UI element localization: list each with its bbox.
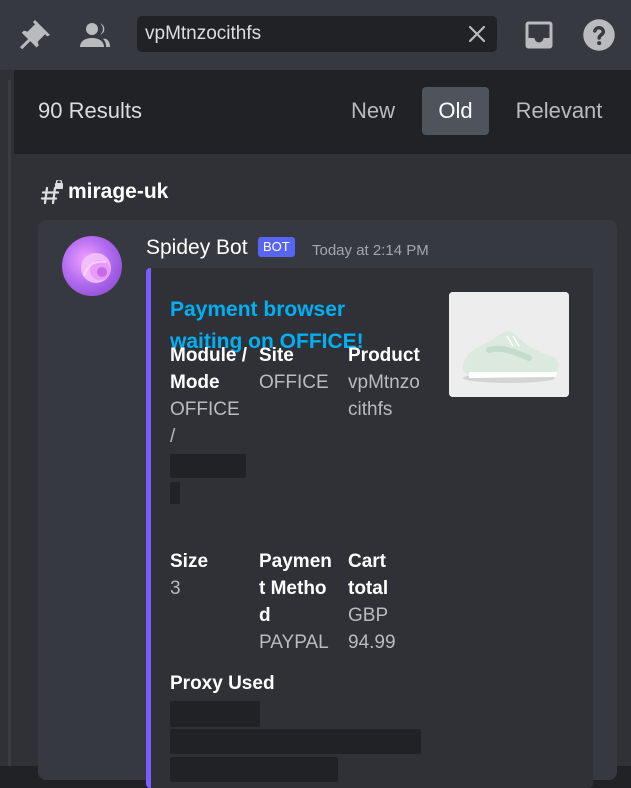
redacted-text <box>170 701 260 727</box>
sneaker-thumbnail[interactable] <box>449 292 569 397</box>
field-value: vpMtnzocithfs <box>348 372 420 420</box>
sort-new-button[interactable]: New <box>336 87 410 135</box>
redacted-text <box>170 454 246 478</box>
field-cart-total: Cart total GBP 94.99 <box>348 548 408 656</box>
redacted-text <box>170 757 338 782</box>
pin-icon[interactable] <box>17 17 53 53</box>
author-name[interactable]: Spidey Bot <box>146 236 248 260</box>
inbox-icon[interactable] <box>521 17 557 53</box>
field-proxy: Proxy Used <box>170 670 370 697</box>
field-name: Size <box>170 551 209 572</box>
top-toolbar <box>0 0 631 70</box>
message-timestamp[interactable]: Today at 2:14 PM <box>312 242 429 259</box>
field-name: Cart total <box>348 551 389 599</box>
sort-relevant-button[interactable]: Relevant <box>504 87 614 135</box>
field-value: OFFICE <box>259 372 329 393</box>
members-icon[interactable] <box>77 17 113 53</box>
search-results-header: 90 Results New Old Relevant <box>14 70 631 154</box>
field-name: Payment Method <box>259 551 332 626</box>
search-box <box>137 16 497 52</box>
search-result-message[interactable]: Spidey Bot BOT Today at 2:14 PM Payment … <box>38 220 617 788</box>
message-embed: Payment browser waiting on OFFICE! Modul… <box>146 268 593 788</box>
field-name: Module / Mode <box>170 345 248 393</box>
field-value: OFFICE / <box>170 399 240 447</box>
field-product: Product vpMtnzocithfs <box>348 342 424 423</box>
field-payment-method: Payment Method PAYPAL <box>259 548 333 656</box>
close-icon[interactable] <box>465 22 489 46</box>
field-site: Site OFFICE <box>259 342 339 396</box>
bot-badge: BOT <box>258 237 295 257</box>
locked-channel-hash-icon <box>40 179 64 206</box>
field-module-mode: Module / Mode OFFICE / <box>170 342 250 450</box>
scrollbar-track[interactable] <box>8 80 11 766</box>
search-results-list: mirage-uk Spidey Bot BOT Today at 2:14 P… <box>14 154 631 788</box>
results-count: 90 Results <box>38 98 142 123</box>
field-name: Proxy Used <box>170 673 275 694</box>
embed-accent-bar <box>146 268 151 788</box>
field-name: Site <box>259 345 294 366</box>
chat-scroll-edge <box>0 70 14 766</box>
field-size: Size 3 <box>170 548 250 602</box>
field-value: PAYPAL <box>259 632 329 653</box>
field-value: GBP 94.99 <box>348 605 396 653</box>
help-icon[interactable] <box>581 17 617 53</box>
search-input[interactable] <box>145 16 455 52</box>
redacted-text <box>170 482 180 504</box>
sort-old-button[interactable]: Old <box>422 87 489 135</box>
field-name: Product <box>348 345 420 366</box>
field-value: 3 <box>170 578 181 599</box>
redacted-text <box>170 729 421 754</box>
channel-name: mirage-uk <box>68 180 169 203</box>
avatar[interactable] <box>62 236 122 296</box>
